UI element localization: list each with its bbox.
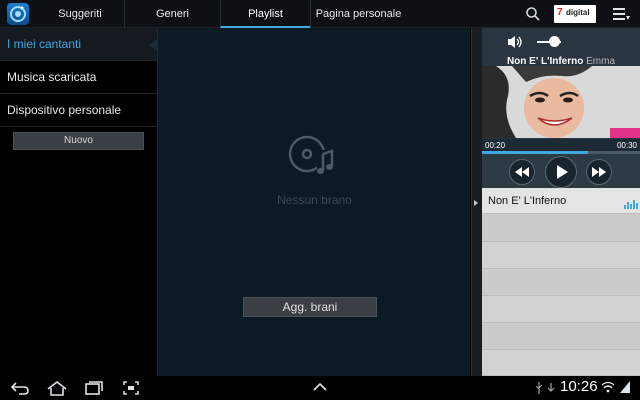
next-button[interactable] (586, 159, 612, 185)
elapsed-time: 00:20 (485, 141, 506, 150)
top-bar: Suggeriti Generi Playlist Pagina persona… (0, 0, 640, 28)
list-item (482, 215, 640, 242)
home-icon[interactable] (46, 380, 68, 396)
sidebar-item-label: I miei cantanti (7, 37, 82, 51)
previous-icon (515, 167, 529, 177)
menu-icon[interactable] (611, 6, 631, 22)
chevron-up-icon[interactable] (312, 382, 328, 392)
status-clock: 10:26 (560, 378, 598, 395)
playlist-content: Nessun brano Agg. brani (157, 28, 470, 376)
list-item (482, 269, 640, 296)
sidebar-item-miei-cantanti[interactable]: I miei cantanti (0, 28, 157, 61)
tab-generi[interactable]: Generi (124, 0, 220, 28)
equalizer-icon (624, 196, 638, 209)
system-nav-bar: 10:26 (0, 376, 640, 400)
expand-arrow-icon[interactable] (474, 200, 478, 206)
album-art: Non E' L'Inferno Emma 00:20 00:30 (482, 28, 640, 188)
volume-icon[interactable] (507, 35, 523, 49)
sidebar-item-dispositivo-personale[interactable]: Dispositivo personale (0, 94, 157, 127)
previous-button[interactable] (509, 159, 535, 185)
artist-photo (482, 66, 640, 138)
search-icon[interactable] (524, 5, 542, 23)
tab-suggeriti[interactable]: Suggeriti (36, 0, 124, 28)
add-tracks-button[interactable]: Agg. brani (243, 297, 377, 317)
panel-divider[interactable] (471, 28, 482, 376)
sidebar-item-label: Musica scaricata (7, 70, 97, 84)
usb-icon (535, 382, 543, 394)
volume-slider-handle[interactable] (548, 36, 560, 47)
list-item (482, 323, 640, 350)
download-icon (547, 383, 555, 392)
brand-name: digital (566, 8, 590, 17)
wifi-icon (601, 381, 615, 393)
selection-indicator (149, 39, 157, 51)
music-disc-icon (285, 130, 337, 182)
playback-controls (482, 154, 640, 188)
recent-apps-icon[interactable] (84, 380, 104, 396)
tab-pagina-personale[interactable]: Pagina personale (310, 0, 406, 28)
player-panel: Non E' L'Inferno Emma 00:20 00:30 Non E'… (482, 28, 640, 376)
7digital-logo[interactable]: 7 digital (554, 5, 596, 23)
brand-seven: 7 (557, 7, 563, 18)
sidebar-item-label: Dispositivo personale (7, 103, 122, 117)
play-icon (557, 165, 568, 179)
list-item-now-playing[interactable]: Non E' L'Inferno (482, 188, 640, 214)
new-button[interactable]: Nuovo (13, 132, 144, 150)
play-button[interactable] (545, 156, 577, 188)
next-icon (592, 167, 606, 177)
screenshot-icon[interactable] (122, 380, 140, 396)
tab-playlist[interactable]: Playlist (220, 0, 310, 28)
list-item (482, 296, 640, 323)
music-hub-app-icon[interactable] (7, 3, 29, 25)
sidebar: I miei cantanti Musica scaricata Disposi… (0, 28, 157, 376)
signal-icon (620, 381, 630, 393)
time-row: 00:20 00:30 (482, 139, 640, 151)
list-item (482, 242, 640, 269)
list-item-title: Non E' L'Inferno (488, 195, 567, 207)
back-icon[interactable] (10, 380, 30, 396)
sidebar-item-musica-scaricata[interactable]: Musica scaricata (0, 61, 157, 94)
total-time: 00:30 (616, 141, 637, 150)
empty-state-text: Nessun brano (277, 193, 352, 207)
list-item (482, 350, 640, 376)
